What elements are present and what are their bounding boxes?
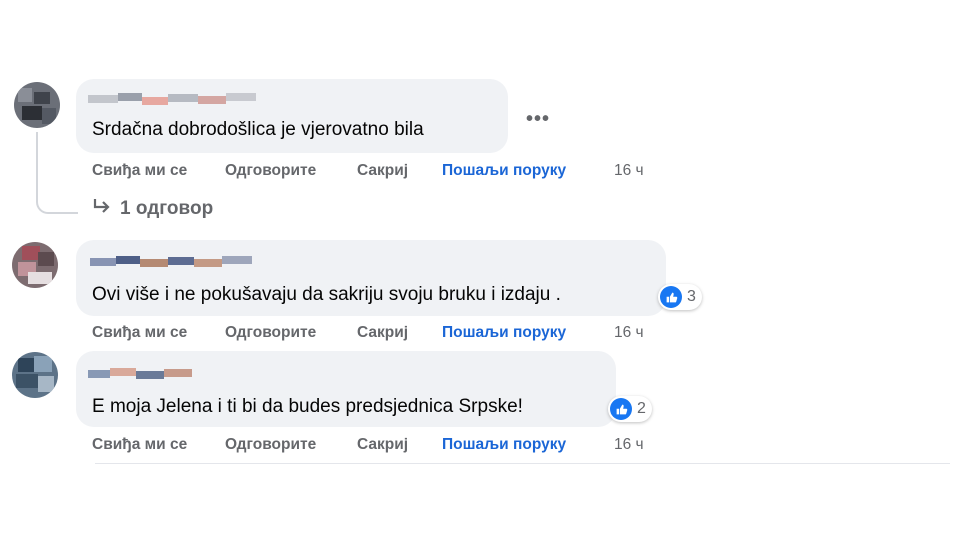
reaction-count: 3	[687, 288, 696, 305]
author-name[interactable]	[88, 368, 198, 384]
divider	[95, 463, 950, 464]
like-icon	[660, 286, 682, 308]
timestamp[interactable]: 16 ч	[614, 436, 644, 454]
avatar[interactable]	[12, 352, 58, 398]
more-options-icon[interactable]: •••	[526, 108, 550, 131]
like-button[interactable]: Свиђа ми се	[92, 436, 187, 454]
replies-label: 1 одговор	[120, 198, 214, 219]
comment-text: Srdačna dobrodošlica je vjerovatno bila	[92, 119, 424, 140]
timestamp[interactable]: 16 ч	[614, 162, 644, 180]
send-message-button[interactable]: Пошаљи поруку	[442, 324, 566, 342]
hide-button[interactable]: Сакриј	[357, 162, 408, 180]
reaction-summary[interactable]: 2	[608, 396, 652, 422]
comment-bubble: E moja Jelena i ti bi da budes predsjedn…	[76, 351, 616, 427]
like-button[interactable]: Свиђа ми се	[92, 324, 187, 342]
avatar[interactable]	[14, 82, 60, 128]
comment-bubble: Srdačna dobrodošlica je vjerovatno bila	[76, 79, 508, 153]
reaction-count: 2	[637, 400, 646, 417]
avatar[interactable]	[12, 242, 58, 288]
reply-button[interactable]: Одговорите	[225, 162, 316, 180]
send-message-button[interactable]: Пошаљи поруку	[442, 162, 566, 180]
comment-text: E moja Jelena i ti bi da budes predsjedn…	[92, 396, 523, 417]
like-icon	[610, 398, 632, 420]
author-name[interactable]	[90, 256, 260, 272]
reply-button[interactable]: Одговорите	[225, 324, 316, 342]
reply-button[interactable]: Одговорите	[225, 436, 316, 454]
hide-button[interactable]: Сакриј	[357, 324, 408, 342]
hide-button[interactable]: Сакриј	[357, 436, 408, 454]
like-button[interactable]: Свиђа ми се	[92, 162, 187, 180]
view-replies-button[interactable]: 1 одговор	[92, 198, 213, 220]
comment-bubble: Ovi više i ne pokušavaju da sakriju svoj…	[76, 240, 666, 316]
thread-line	[36, 132, 78, 214]
reaction-summary[interactable]: 3	[658, 284, 702, 310]
author-name[interactable]	[88, 93, 258, 109]
send-message-button[interactable]: Пошаљи поруку	[442, 436, 566, 454]
reply-arrow-icon	[92, 198, 114, 220]
timestamp[interactable]: 16 ч	[614, 324, 644, 342]
comment-text: Ovi više i ne pokušavaju da sakriju svoj…	[92, 284, 561, 305]
